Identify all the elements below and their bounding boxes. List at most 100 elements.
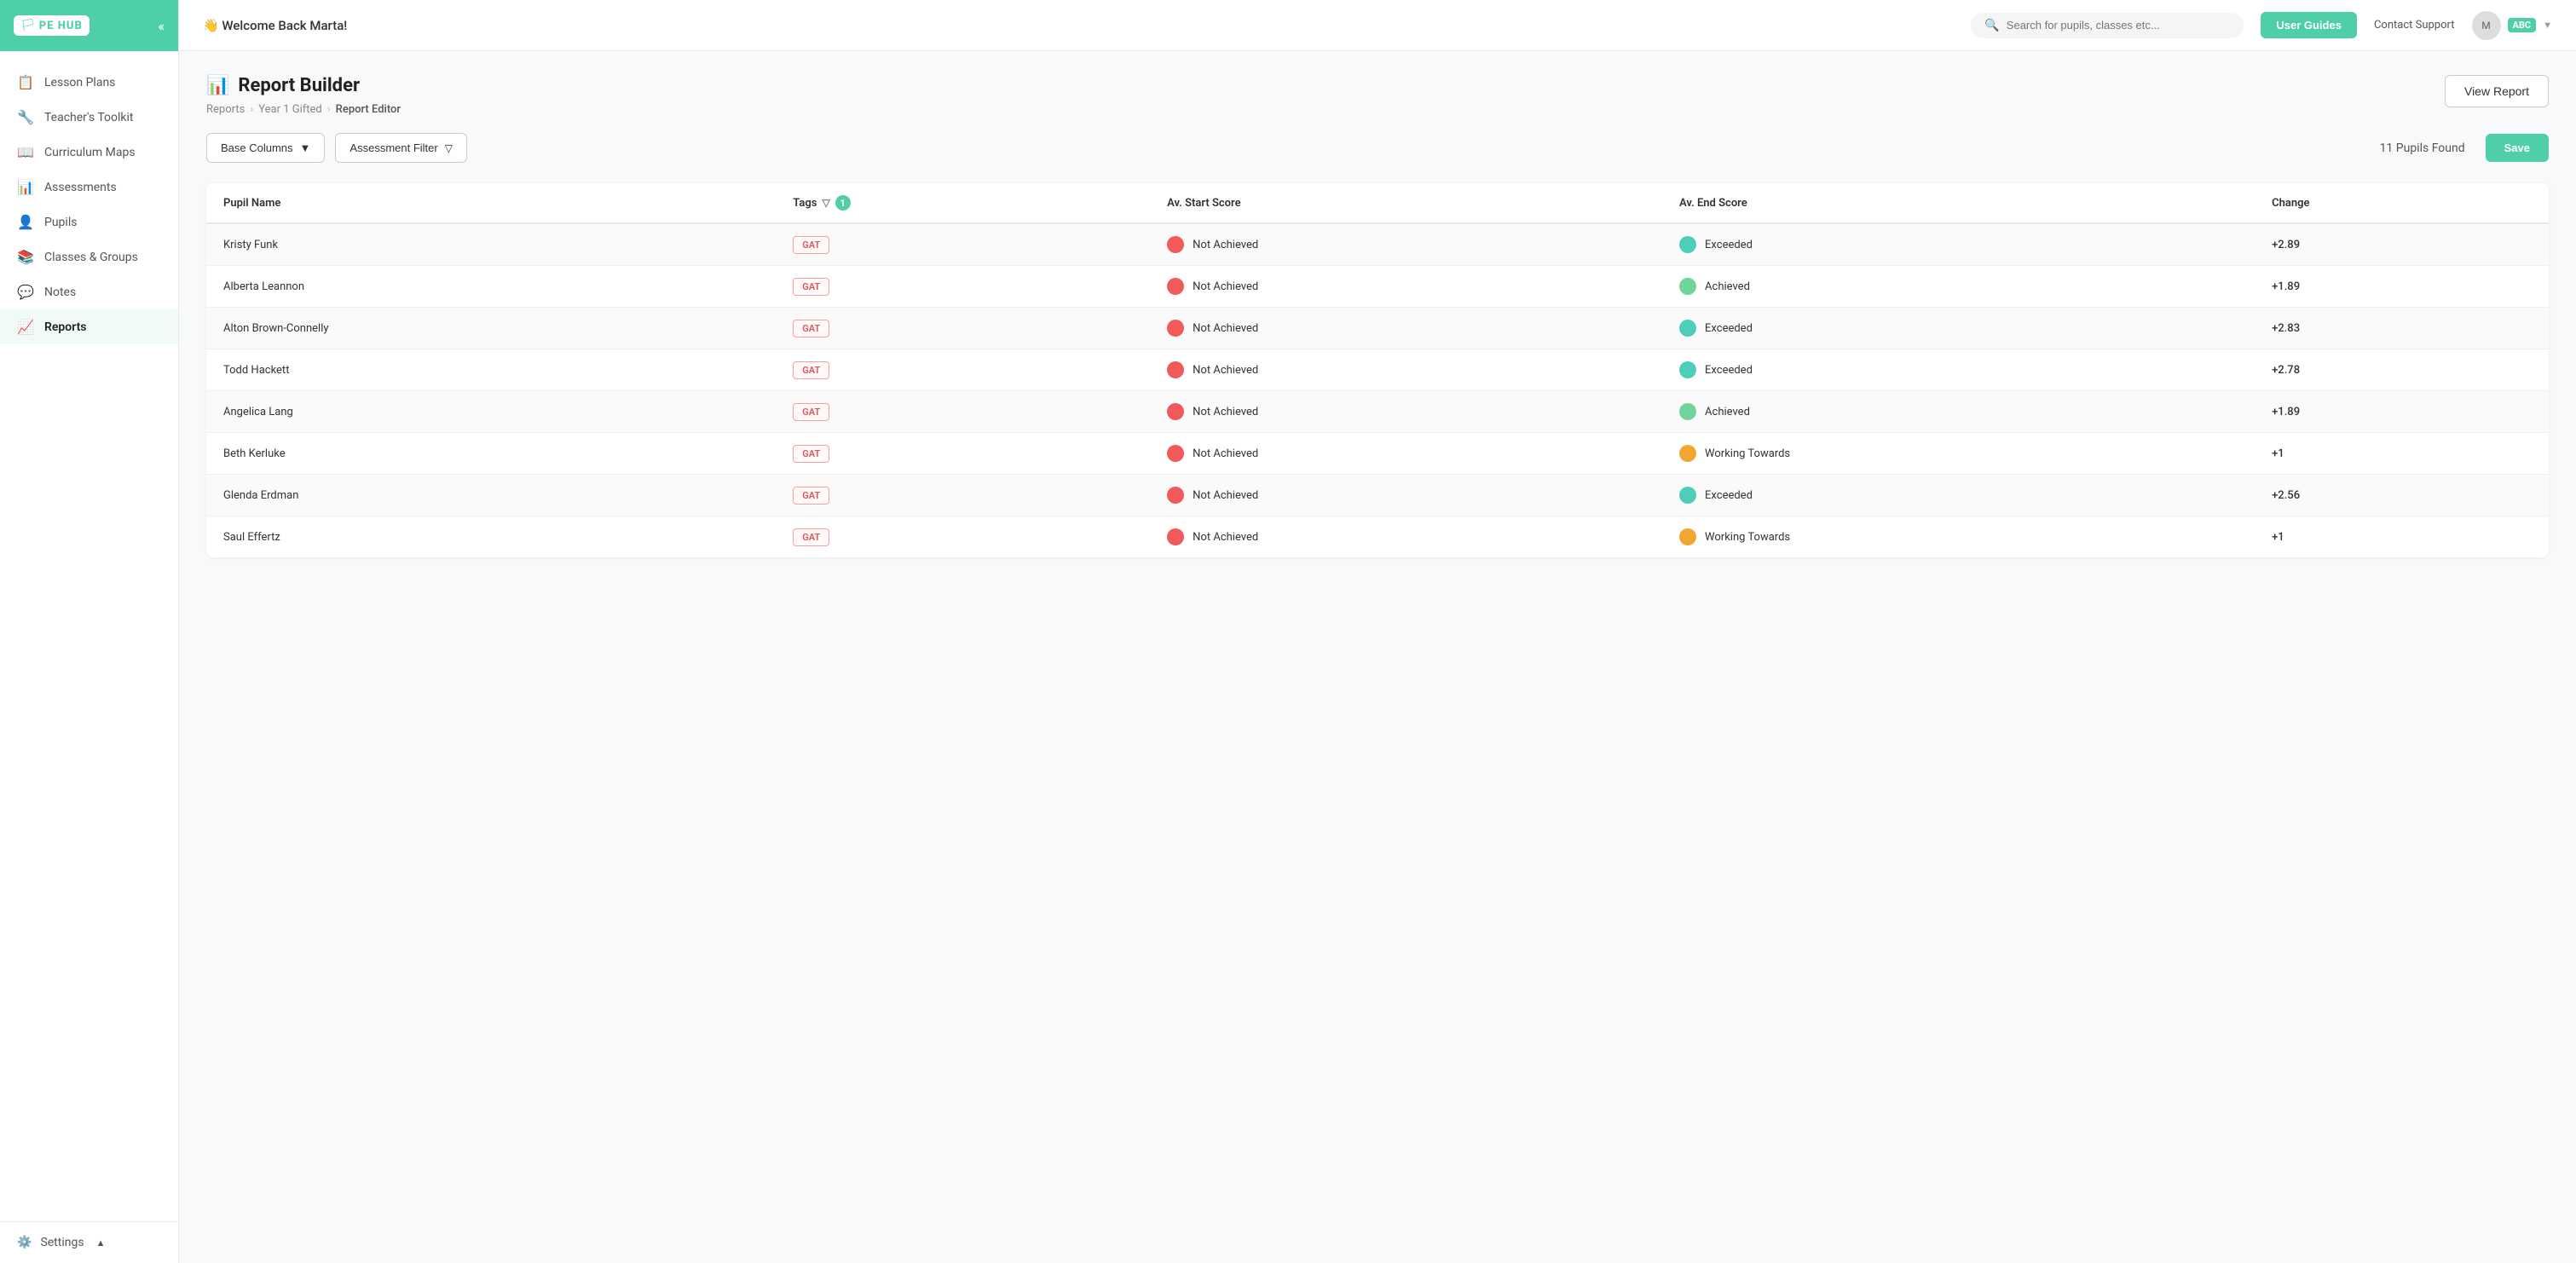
cell-pupil-name: Beth Kerluke bbox=[206, 433, 776, 475]
table-row: Glenda Erdman GAT Not Achieved Exceeded … bbox=[206, 475, 2549, 516]
table-body: Kristy Funk GAT Not Achieved Exceeded +2… bbox=[206, 223, 2549, 557]
end-score-label: Achieved bbox=[1705, 406, 1750, 418]
cell-end-score: Working Towards bbox=[1662, 516, 2255, 558]
sidebar-item-settings[interactable]: ⚙️ Settings ▲ bbox=[17, 1236, 161, 1249]
contact-support-link[interactable]: Contact Support bbox=[2374, 19, 2455, 32]
sidebar-item-lesson-plans[interactable]: 📋 Lesson Plans bbox=[0, 65, 178, 100]
breadcrumb-reports[interactable]: Reports bbox=[206, 103, 245, 116]
table-row: Saul Effertz GAT Not Achieved Working To… bbox=[206, 516, 2549, 558]
end-score-dot bbox=[1679, 403, 1696, 420]
sidebar-item-pupils[interactable]: 👤 Pupils bbox=[0, 205, 178, 239]
col-header-av-end-score: Av. End Score bbox=[1662, 183, 2255, 223]
tag-badge: GAT bbox=[793, 278, 829, 296]
cell-change: +2.83 bbox=[2255, 308, 2549, 349]
assessment-filter-label: Assessment Filter bbox=[349, 141, 437, 154]
cell-tag: GAT bbox=[776, 516, 1150, 558]
tags-header-cell: Tags ▽ 1 bbox=[793, 195, 1133, 210]
tags-filter-badge: 1 bbox=[835, 195, 851, 210]
cell-change: +1 bbox=[2255, 433, 2549, 475]
toolbar: Base Columns ▼ Assessment Filter ▽ 11 Pu… bbox=[206, 133, 2549, 163]
search-box[interactable]: 🔍 bbox=[1971, 13, 2244, 38]
end-score-dot bbox=[1679, 361, 1696, 378]
sidebar-label-classes-groups: Classes & Groups bbox=[44, 251, 138, 264]
end-score-dot bbox=[1679, 236, 1696, 253]
cell-change: +2.78 bbox=[2255, 349, 2549, 391]
tags-filter-icon[interactable]: ▽ bbox=[822, 197, 829, 209]
cell-pupil-name: Alton Brown-Connelly bbox=[206, 308, 776, 349]
table-row: Alberta Leannon GAT Not Achieved Achieve… bbox=[206, 266, 2549, 308]
page-content: 📊 Report Builder Reports › Year 1 Gifted… bbox=[179, 51, 2576, 1263]
col-header-change: Change bbox=[2255, 183, 2549, 223]
cell-change: +1.89 bbox=[2255, 391, 2549, 433]
avatar-badge: ABC bbox=[2508, 18, 2537, 32]
assessments-icon: 📊 bbox=[17, 179, 34, 195]
view-report-button[interactable]: View Report bbox=[2445, 75, 2549, 107]
cell-pupil-name: Glenda Erdman bbox=[206, 475, 776, 516]
tag-badge: GAT bbox=[793, 445, 829, 463]
reports-icon: 📈 bbox=[17, 319, 34, 335]
cell-start-score: Not Achieved bbox=[1150, 475, 1662, 516]
table-header-row: Pupil Name Tags ▽ 1 Av. Start Score Av. … bbox=[206, 183, 2549, 223]
save-button[interactable]: Save bbox=[2486, 134, 2549, 162]
start-score-dot bbox=[1167, 445, 1184, 462]
start-score-label: Not Achieved bbox=[1193, 239, 1258, 251]
table-row: Alton Brown-Connelly GAT Not Achieved Ex… bbox=[206, 308, 2549, 349]
sidebar-label-lesson-plans: Lesson Plans bbox=[44, 76, 115, 89]
sidebar: 🏳 PE HUB « 📋 Lesson Plans 🔧 Teacher's To… bbox=[0, 0, 179, 1263]
search-input[interactable] bbox=[2007, 19, 2231, 32]
end-score-label: Working Towards bbox=[1705, 447, 1790, 460]
notes-icon: 💬 bbox=[17, 284, 34, 300]
sidebar-item-notes[interactable]: 💬 Notes bbox=[0, 274, 178, 309]
sidebar-nav: 📋 Lesson Plans 🔧 Teacher's Toolkit 📖 Cur… bbox=[0, 51, 178, 1221]
table-row: Angelica Lang GAT Not Achieved Achieved … bbox=[206, 391, 2549, 433]
collapse-sidebar-button[interactable]: « bbox=[158, 18, 165, 34]
user-guides-button[interactable]: User Guides bbox=[2261, 12, 2357, 38]
breadcrumb-group[interactable]: Year 1 Gifted bbox=[258, 103, 322, 116]
cell-start-score: Not Achieved bbox=[1150, 223, 1662, 266]
base-columns-chevron-icon: ▼ bbox=[300, 141, 311, 154]
sidebar-label-teachers-toolkit: Teacher's Toolkit bbox=[44, 111, 134, 124]
end-score-dot bbox=[1679, 320, 1696, 337]
col-header-tags: Tags ▽ 1 bbox=[776, 183, 1150, 223]
tag-badge: GAT bbox=[793, 236, 829, 254]
end-score-dot bbox=[1679, 278, 1696, 295]
base-columns-label: Base Columns bbox=[221, 141, 293, 154]
sidebar-label-pupils: Pupils bbox=[44, 216, 77, 229]
start-score-dot bbox=[1167, 361, 1184, 378]
page-title: 📊 Report Builder bbox=[206, 75, 401, 96]
sidebar-item-classes-groups[interactable]: 📚 Classes & Groups bbox=[0, 239, 178, 274]
start-score-dot bbox=[1167, 278, 1184, 295]
topbar: 👋 Welcome Back Marta! 🔍 User Guides Cont… bbox=[179, 0, 2576, 51]
assessment-filter-icon: ▽ bbox=[445, 142, 453, 154]
sidebar-item-assessments[interactable]: 📊 Assessments bbox=[0, 170, 178, 205]
assessment-filter-button[interactable]: Assessment Filter ▽ bbox=[335, 133, 467, 163]
logo-flag-icon: 🏳 bbox=[20, 19, 36, 32]
base-columns-button[interactable]: Base Columns ▼ bbox=[206, 133, 325, 163]
cell-end-score: Exceeded bbox=[1662, 308, 2255, 349]
cell-start-score: Not Achieved bbox=[1150, 433, 1662, 475]
teachers-toolkit-icon: 🔧 bbox=[17, 109, 34, 125]
cell-pupil-name: Todd Hackett bbox=[206, 349, 776, 391]
breadcrumb-sep-2: › bbox=[327, 103, 331, 116]
sidebar-item-curriculum-maps[interactable]: 📖 Curriculum Maps bbox=[0, 135, 178, 170]
cell-change: +1 bbox=[2255, 516, 2549, 558]
breadcrumb: Reports › Year 1 Gifted › Report Editor bbox=[206, 103, 401, 116]
avatar-area[interactable]: M ABC ▼ bbox=[2472, 11, 2553, 40]
sidebar-item-teachers-toolkit[interactable]: 🔧 Teacher's Toolkit bbox=[0, 100, 178, 135]
cell-start-score: Not Achieved bbox=[1150, 391, 1662, 433]
breadcrumb-sep-1: › bbox=[250, 103, 253, 116]
report-builder-icon: 📊 bbox=[206, 75, 229, 96]
cell-tag: GAT bbox=[776, 223, 1150, 266]
cell-pupil-name: Alberta Leannon bbox=[206, 266, 776, 308]
table-row: Todd Hackett GAT Not Achieved Exceeded +… bbox=[206, 349, 2549, 391]
sidebar-item-reports[interactable]: 📈 Reports bbox=[0, 309, 178, 344]
cell-end-score: Achieved bbox=[1662, 391, 2255, 433]
pupils-icon: 👤 bbox=[17, 214, 34, 230]
tag-badge: GAT bbox=[793, 403, 829, 421]
settings-icon: ⚙️ bbox=[17, 1236, 32, 1249]
start-score-label: Not Achieved bbox=[1193, 489, 1258, 502]
cell-start-score: Not Achieved bbox=[1150, 308, 1662, 349]
classes-groups-icon: 📚 bbox=[17, 249, 34, 265]
cell-end-score: Exceeded bbox=[1662, 349, 2255, 391]
table-row: Kristy Funk GAT Not Achieved Exceeded +2… bbox=[206, 223, 2549, 266]
